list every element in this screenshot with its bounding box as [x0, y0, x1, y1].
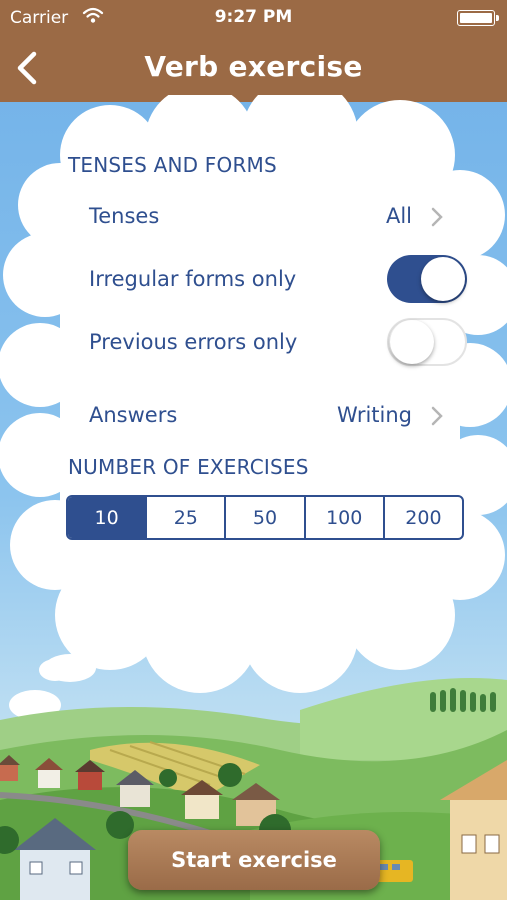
- segment-25[interactable]: 25: [145, 497, 224, 538]
- cloud-panel: [0, 95, 507, 693]
- tenses-section-header: TENSES AND FORMS: [68, 153, 277, 177]
- segment-10[interactable]: 10: [68, 497, 146, 538]
- chevron-right-icon[interactable]: [430, 206, 444, 228]
- irregular-forms-label: Irregular forms only: [89, 267, 297, 291]
- toggle-knob: [390, 320, 434, 364]
- navigation-bar: Verb exercise: [0, 36, 507, 102]
- page-title: Verb exercise: [144, 50, 363, 83]
- irregular-forms-toggle[interactable]: [387, 255, 467, 303]
- toggle-knob: [421, 257, 465, 301]
- start-exercise-button[interactable]: Start exercise: [128, 830, 380, 890]
- previous-errors-toggle[interactable]: [387, 318, 467, 366]
- segment-200[interactable]: 200: [382, 497, 462, 538]
- battery-icon: [457, 10, 499, 26]
- answers-value[interactable]: Writing: [337, 403, 412, 427]
- status-bar: Carrier 9:27 PM: [0, 0, 507, 36]
- segment-50[interactable]: 50: [224, 497, 303, 538]
- answers-label[interactable]: Answers: [89, 403, 177, 427]
- previous-errors-label: Previous errors only: [89, 330, 298, 354]
- chevron-right-icon[interactable]: [430, 405, 444, 427]
- tenses-label[interactable]: Tenses: [89, 204, 159, 228]
- status-time: 9:27 PM: [214, 7, 293, 27]
- segment-100[interactable]: 100: [303, 497, 383, 538]
- tenses-value[interactable]: All: [386, 204, 412, 228]
- exercise-count-segmented-control: 10 25 50 100 200: [66, 495, 464, 540]
- exercises-section-header: NUMBER OF EXERCISES: [68, 455, 309, 479]
